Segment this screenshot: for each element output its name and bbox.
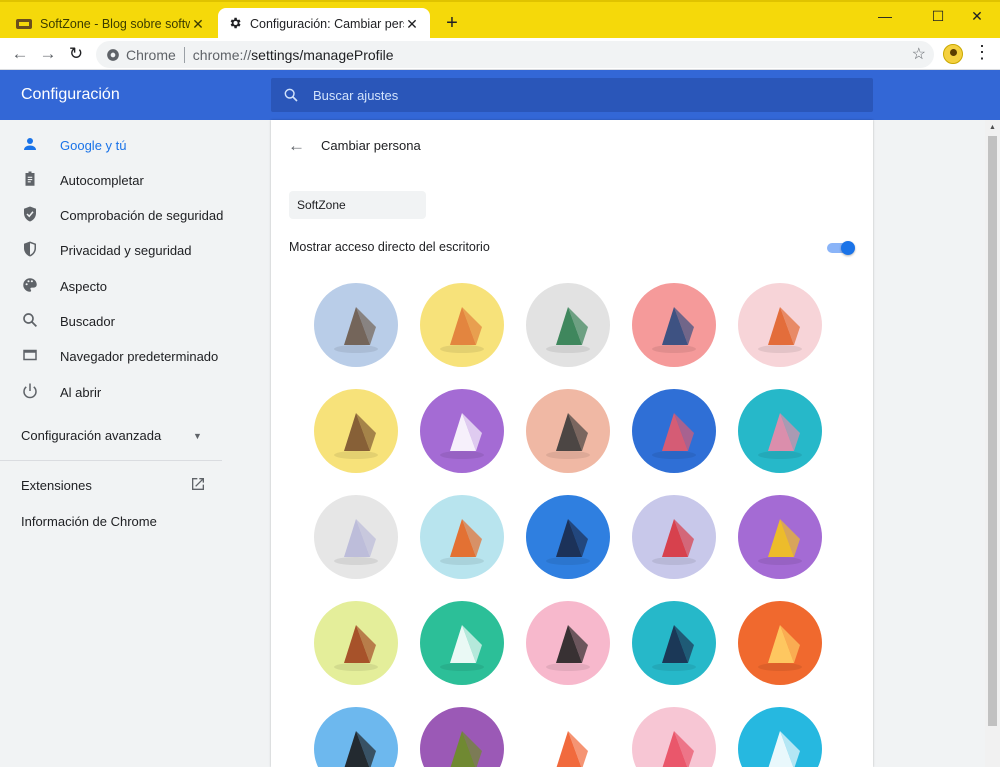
avatar-unicorn-icon[interactable] <box>314 495 398 579</box>
avatar-tamagotchi-icon[interactable] <box>738 601 822 685</box>
avatar-dragon-icon[interactable] <box>526 283 610 367</box>
gear-icon <box>228 16 242 33</box>
sidebar-item-default-browser[interactable]: Navegador predeterminado <box>0 340 270 372</box>
scroll-up-arrow-icon[interactable]: ▲ <box>989 124 996 131</box>
desktop-shortcut-toggle[interactable] <box>827 241 855 255</box>
sidebar-item-label: Autocompletar <box>60 172 144 188</box>
avatar-corgi-icon[interactable] <box>420 283 504 367</box>
url-text: chrome://settings/manageProfile <box>193 47 394 63</box>
settings-search[interactable] <box>271 78 873 112</box>
profile-avatar-button[interactable] <box>943 44 963 64</box>
avatar-bird-icon[interactable] <box>632 495 716 579</box>
tab-title: Configuración: Cambiar persona <box>250 17 404 31</box>
avatar-cheese-icon[interactable] <box>738 495 822 579</box>
tab-title: SoftZone - Blog sobre software, Windows,… <box>40 17 190 31</box>
profile-name-input[interactable] <box>289 191 426 219</box>
more-menu-icon[interactable]: ⋮ <box>972 42 992 63</box>
avatar-glasses-icon[interactable] <box>526 601 610 685</box>
desktop-shortcut-label: Mostrar acceso directo del escritorio <box>289 240 490 254</box>
new-tab-button[interactable]: + <box>440 12 464 35</box>
shield-check-icon <box>0 205 60 226</box>
avatar-basketball-icon[interactable] <box>420 495 504 579</box>
sidebar-item-safety-check[interactable]: Comprobación de seguridad <box>0 199 270 231</box>
close-window-button[interactable]: ✕ <box>954 6 1000 30</box>
address-bar[interactable]: Chrome chrome://settings/manageProfile ☆ <box>96 41 934 68</box>
avatar-fox-icon[interactable] <box>738 283 822 367</box>
minimize-button[interactable]: — <box>862 6 908 30</box>
close-icon[interactable]: ✕ <box>190 16 206 33</box>
power-icon <box>0 382 60 403</box>
clipboard-icon <box>0 170 60 191</box>
sidebar-item-autofill[interactable]: Autocompletar <box>0 164 270 196</box>
search-icon <box>283 87 299 103</box>
sidebar-item-label: Comprobación de seguridad <box>60 207 224 223</box>
sidebar-item-google[interactable]: Google y tú <box>0 129 270 161</box>
reload-icon[interactable]: ↻ <box>64 42 88 66</box>
palette-icon <box>0 276 60 297</box>
sidebar-item-appearance[interactable]: Aspecto <box>0 270 270 302</box>
settings-header: Configuración <box>0 70 1000 120</box>
url-scheme: chrome:// <box>192 46 252 63</box>
avatar-penguin-icon[interactable] <box>526 389 610 473</box>
avatar-sushi-plate-icon[interactable] <box>420 601 504 685</box>
chip-label: Chrome <box>126 46 176 63</box>
avatar-monkey-icon[interactable] <box>314 389 398 473</box>
avatar-ice-cream-icon[interactable] <box>632 707 716 767</box>
avatar-football-icon[interactable] <box>314 601 398 685</box>
external-link-icon[interactable] <box>190 476 206 497</box>
back-arrow-icon[interactable]: ← <box>288 136 305 156</box>
avatar-rabbit-icon[interactable] <box>738 389 822 473</box>
manage-profile-card: ← Cambiar persona Mostrar acceso directo… <box>271 120 873 767</box>
title-bar: SoftZone - Blog sobre software, Windows,… <box>0 0 1000 40</box>
omnibox-separator <box>183 46 185 63</box>
person-icon <box>0 135 60 156</box>
avatar-origami-cube-icon[interactable] <box>738 707 822 767</box>
shield-icon <box>0 240 60 261</box>
page-scrollbar[interactable]: ▲ <box>985 120 1000 767</box>
settings-sidebar: Google y tú Autocompletar Comprobación d… <box>0 120 270 767</box>
softzone-icon <box>16 19 32 29</box>
sidebar-advanced[interactable]: Configuración avanzada <box>21 428 161 443</box>
scroll-thumb[interactable] <box>988 136 997 726</box>
avatar-elephant-icon[interactable] <box>632 283 716 367</box>
avatar-cat-icon[interactable] <box>314 283 398 367</box>
sidebar-item-label: Privacidad y seguridad <box>60 242 192 258</box>
avatar-vinyl-icon[interactable] <box>314 707 398 767</box>
url-path: settings/manageProfile <box>251 46 394 63</box>
avatar-avocado-icon[interactable] <box>420 707 504 767</box>
avatar-watermelon-icon[interactable] <box>526 707 610 767</box>
avatar-panda-icon[interactable] <box>420 389 504 473</box>
sidebar-item-label: Al abrir <box>60 384 102 400</box>
search-icon <box>0 311 60 332</box>
sidebar-about-chrome[interactable]: Información de Chrome <box>21 514 157 529</box>
chevron-down-icon[interactable]: ▼ <box>193 431 202 441</box>
settings-title: Configuración <box>21 86 120 103</box>
avatar-sushi-icon[interactable] <box>632 601 716 685</box>
tab-settings[interactable]: Configuración: Cambiar persona ✕ <box>218 8 430 40</box>
sidebar-item-label: Aspecto <box>60 278 107 294</box>
sidebar-divider <box>0 460 222 461</box>
page-title: Cambiar persona <box>321 138 421 153</box>
forward-arrow-icon[interactable]: → <box>36 42 60 66</box>
sidebar-item-label: Google y tú <box>60 137 127 153</box>
sidebar-item-label: Buscador <box>60 313 115 329</box>
sidebar-extensions[interactable]: Extensiones <box>21 478 92 493</box>
site-info-chip[interactable]: Chrome <box>106 47 176 63</box>
browser-toolbar: ← → ↻ Chrome chrome://settings/managePro… <box>0 38 1000 70</box>
toggle-thumb <box>841 241 855 255</box>
tab-softzone[interactable]: SoftZone - Blog sobre software, Windows,… <box>6 8 216 40</box>
close-icon[interactable]: ✕ <box>404 16 420 33</box>
browser-icon <box>0 346 60 367</box>
sidebar-item-on-startup[interactable]: Al abrir <box>0 376 270 408</box>
sidebar-item-privacy[interactable]: Privacidad y seguridad <box>0 234 270 266</box>
search-input[interactable] <box>313 87 853 103</box>
chrome-icon <box>107 48 119 61</box>
sidebar-item-search-engine[interactable]: Buscador <box>0 305 270 337</box>
sidebar-item-label: Navegador predeterminado <box>60 348 219 364</box>
avatar-bike-icon[interactable] <box>526 495 610 579</box>
back-arrow-icon[interactable]: ← <box>8 42 32 66</box>
avatar-butterfly-icon[interactable] <box>632 389 716 473</box>
bookmark-star-icon[interactable]: ☆ <box>912 44 926 64</box>
